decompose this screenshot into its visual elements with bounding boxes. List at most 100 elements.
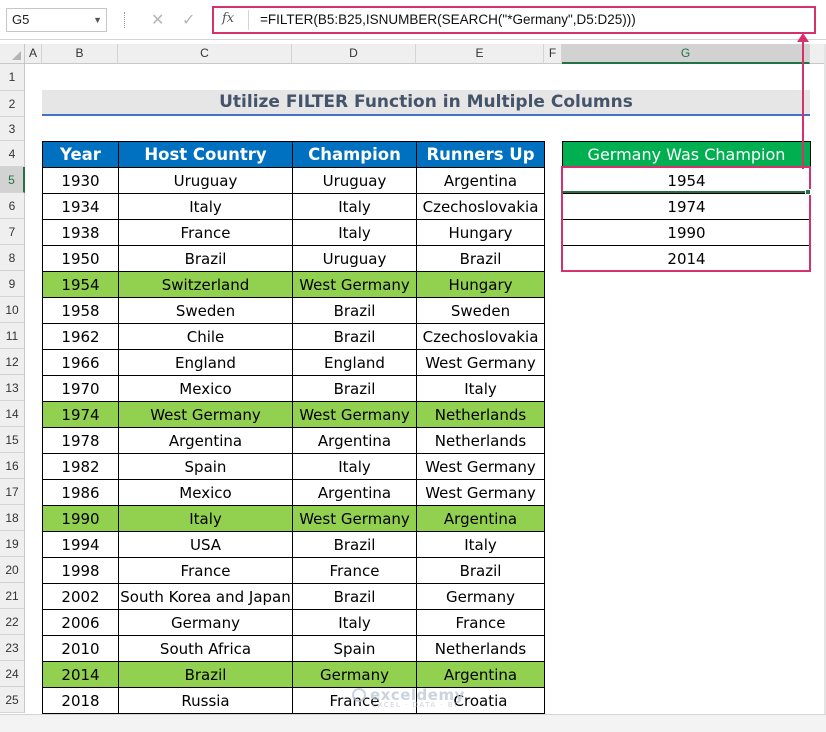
header-runners-up[interactable]: Runners Up [416, 141, 545, 168]
cell-runnerup[interactable]: Sweden [416, 297, 545, 324]
cell-year[interactable]: 1962 [42, 323, 119, 350]
row-header-25[interactable]: 25 [0, 687, 25, 713]
cell-runnerup[interactable]: Netherlands [416, 427, 545, 454]
cell-runnerup[interactable]: West Germany [416, 349, 545, 376]
name-box-dropdown-icon[interactable]: ▼ [93, 9, 102, 31]
cell-champion[interactable]: Germany [292, 661, 417, 688]
cell-year[interactable]: 1966 [42, 349, 119, 376]
column-header-e[interactable]: E [416, 44, 544, 64]
cell-host[interactable]: Brazil [118, 661, 293, 688]
cell-runnerup[interactable]: Czechoslovakia [416, 193, 545, 220]
header-year[interactable]: Year [42, 141, 119, 168]
cell-year[interactable]: 2006 [42, 609, 119, 636]
cell-champion[interactable]: Brazil [292, 297, 417, 324]
cell-year[interactable]: 1978 [42, 427, 119, 454]
cell-host[interactable]: West Germany [118, 401, 293, 428]
cell-host[interactable]: Mexico [118, 479, 293, 506]
cell-champion[interactable]: Italy [292, 219, 417, 246]
cell-host[interactable]: Italy [118, 505, 293, 532]
cell-year[interactable]: 1994 [42, 531, 119, 558]
cell-host[interactable]: Mexico [118, 375, 293, 402]
cell-champion[interactable]: England [292, 349, 417, 376]
cell-champion[interactable]: Brazil [292, 583, 417, 610]
header-host-country[interactable]: Host Country [118, 141, 293, 168]
cell-runnerup[interactable]: West Germany [416, 479, 545, 506]
header-champion[interactable]: Champion [292, 141, 417, 168]
cell-host[interactable]: Switzerland [118, 271, 293, 298]
cell-runnerup[interactable]: Netherlands [416, 401, 545, 428]
row-header-15[interactable]: 15 [0, 427, 25, 453]
cell-champion[interactable]: Italy [292, 609, 417, 636]
column-header-a[interactable]: A [25, 44, 42, 64]
result-header[interactable]: Germany Was Champion [562, 141, 811, 168]
column-header-g[interactable]: G [562, 44, 810, 64]
row-header-1[interactable]: 1 [0, 64, 25, 91]
cell-year[interactable]: 1934 [42, 193, 119, 220]
cell-champion[interactable]: Argentina [292, 479, 417, 506]
cell-host[interactable]: South Korea and Japan [118, 583, 293, 610]
cell-runnerup[interactable]: Argentina [416, 167, 545, 194]
cell-runnerup[interactable]: France [416, 609, 545, 636]
name-box[interactable]: G5 ▼ [6, 8, 107, 32]
enter-check-icon[interactable]: ✓ [182, 11, 195, 29]
cell-year[interactable]: 1930 [42, 167, 119, 194]
row-header-12[interactable]: 12 [0, 349, 25, 375]
row-header-8[interactable]: 8 [0, 245, 25, 271]
formula-text[interactable]: =FILTER(B5:B25,ISNUMBER(SEARCH("*Germany… [260, 12, 636, 27]
cell-host[interactable]: Uruguay [118, 167, 293, 194]
cell-host[interactable]: Brazil [118, 245, 293, 272]
row-header-7[interactable]: 7 [0, 219, 25, 245]
cell-runnerup[interactable]: Czechoslovakia [416, 323, 545, 350]
cell-year[interactable]: 1990 [42, 505, 119, 532]
row-header-18[interactable]: 18 [0, 505, 25, 531]
result-cell[interactable]: 2014 [562, 245, 811, 272]
cell-champion[interactable]: Brazil [292, 375, 417, 402]
row-header-22[interactable]: 22 [0, 609, 25, 635]
cell-year[interactable]: 2014 [42, 661, 119, 688]
cell-year[interactable]: 2010 [42, 635, 119, 662]
row-header-17[interactable]: 17 [0, 479, 25, 505]
result-cell[interactable]: 1954 [562, 167, 811, 194]
cell-champion[interactable]: Italy [292, 193, 417, 220]
row-header-19[interactable]: 19 [0, 531, 25, 557]
row-header-20[interactable]: 20 [0, 557, 25, 583]
cell-host[interactable]: Italy [118, 193, 293, 220]
cell-year[interactable]: 2002 [42, 583, 119, 610]
row-header-11[interactable]: 11 [0, 323, 25, 349]
cancel-icon[interactable]: ✕ [151, 11, 164, 29]
row-header-24[interactable]: 24 [0, 661, 25, 687]
cell-runnerup[interactable]: Netherlands [416, 635, 545, 662]
row-header-6[interactable]: 6 [0, 193, 25, 219]
cell-host[interactable]: Argentina [118, 427, 293, 454]
cell-runnerup[interactable]: Argentina [416, 505, 545, 532]
column-header-c[interactable]: C [118, 44, 292, 64]
select-all-corner[interactable] [0, 44, 25, 64]
row-header-10[interactable]: 10 [0, 297, 25, 323]
cell-year[interactable]: 1938 [42, 219, 119, 246]
row-header-23[interactable]: 23 [0, 635, 25, 661]
cell-runnerup[interactable]: Brazil [416, 245, 545, 272]
cell-host[interactable]: South Africa [118, 635, 293, 662]
insert-function-icon[interactable]: fx [222, 11, 234, 26]
formula-input[interactable]: fx =FILTER(B5:B25,ISNUMBER(SEARCH("*Germ… [212, 6, 816, 34]
cell-host[interactable]: France [118, 219, 293, 246]
column-header-b[interactable]: B [42, 44, 118, 64]
cell-year[interactable]: 1986 [42, 479, 119, 506]
row-header-16[interactable]: 16 [0, 453, 25, 479]
cell-champion[interactable]: Brazil [292, 531, 417, 558]
cell-host[interactable]: France [118, 557, 293, 584]
cell-host[interactable]: Russia [118, 687, 293, 714]
cell-runnerup[interactable]: Brazil [416, 557, 545, 584]
cell-champion[interactable]: Uruguay [292, 245, 417, 272]
cell-champion[interactable]: France [292, 557, 417, 584]
cell-host[interactable]: England [118, 349, 293, 376]
row-header-2[interactable]: 2 [0, 91, 25, 117]
cell-champion[interactable]: West Germany [292, 271, 417, 298]
fill-handle[interactable] [805, 189, 811, 195]
column-header-f[interactable]: F [544, 44, 562, 64]
cell-champion[interactable]: Argentina [292, 427, 417, 454]
row-header-3[interactable]: 3 [0, 117, 25, 141]
cell-host[interactable]: Sweden [118, 297, 293, 324]
column-header-d[interactable]: D [292, 44, 416, 64]
result-cell[interactable]: 1974 [562, 193, 811, 220]
